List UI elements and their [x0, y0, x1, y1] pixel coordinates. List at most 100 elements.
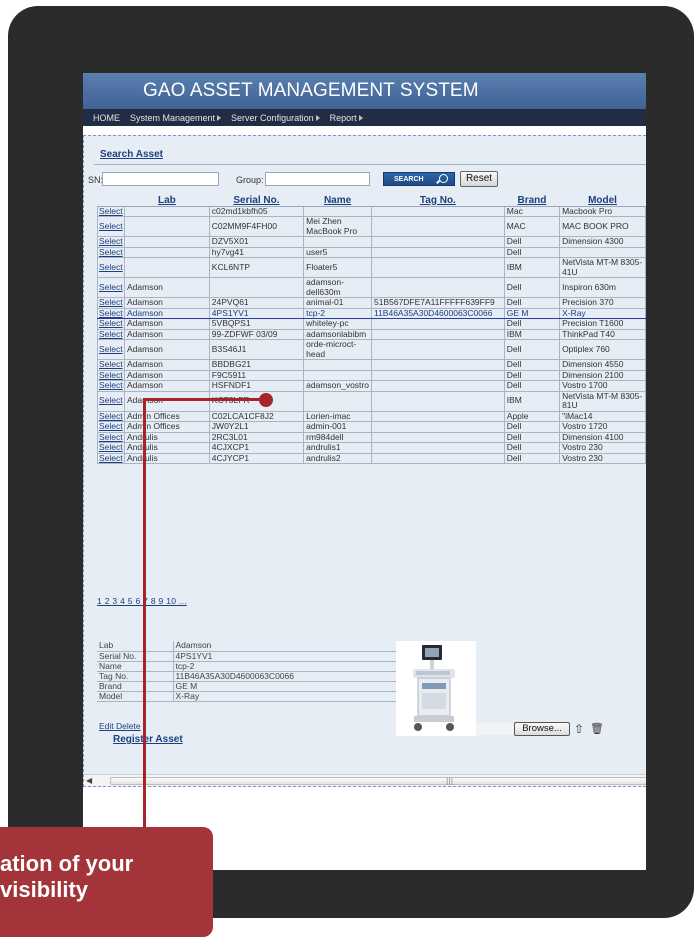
- select-link[interactable]: Select: [97, 307, 125, 319]
- cell-brand: Dell: [503, 431, 561, 443]
- horizontal-scrollbar[interactable]: ◀ |||: [84, 774, 646, 786]
- search-button[interactable]: SEARCH: [383, 172, 455, 186]
- menu-system-management[interactable]: System Management: [130, 113, 222, 123]
- table-row: Select hy7vg41 user5 Dell: [97, 246, 646, 258]
- cell-brand: Dell: [503, 318, 561, 330]
- cell-serial: C02MM9F4FH00: [208, 216, 305, 237]
- select-link[interactable]: Select: [97, 359, 125, 371]
- table-row: Select Adamson 4PS1YV1 tcp-2 11B46A35A30D460…: [97, 307, 646, 319]
- cell-model: Vostro 1700: [559, 380, 646, 392]
- menu-server-configuration[interactable]: Server Configuration: [231, 113, 320, 123]
- cell-brand: Dell: [503, 246, 561, 258]
- cell-lab: Adamson: [123, 339, 210, 360]
- column-header-brand[interactable]: Brand: [504, 190, 560, 207]
- cell-name: orde-microct-head: [303, 339, 372, 360]
- select-link[interactable]: Select: [97, 421, 125, 433]
- select-link[interactable]: Select: [97, 257, 125, 278]
- main-menu: HOME System Management Server Configurat…: [83, 109, 646, 126]
- search-asset-link[interactable]: Search Asset: [100, 149, 163, 160]
- cell-tag: [370, 277, 505, 298]
- edit-link[interactable]: Edit: [99, 721, 114, 731]
- search-button-label: SEARCH: [394, 176, 424, 183]
- cell-model: Optiplex 760: [559, 339, 646, 360]
- cell-tag: [370, 246, 505, 258]
- group-label: Group:: [236, 175, 264, 185]
- register-asset-link[interactable]: Register Asset: [113, 734, 183, 745]
- cell-model: Vostro 230: [559, 442, 646, 454]
- cell-brand: GE M: [503, 307, 561, 319]
- cell-serial: F9C5911: [208, 369, 305, 381]
- cell-brand: Dell: [503, 359, 561, 371]
- column-header-lab[interactable]: Lab: [124, 190, 210, 207]
- table-row: Select Adamson BBDBG21 Dell Dimension 4550: [97, 359, 646, 371]
- scrollbar-thumb[interactable]: |||: [110, 777, 646, 785]
- scroll-left-icon[interactable]: ◀: [86, 776, 92, 785]
- search-icon: [439, 174, 448, 183]
- cell-serial: 2RC3L01: [208, 431, 305, 443]
- cell-lab: Adamson: [123, 390, 210, 412]
- select-link[interactable]: Select: [97, 442, 125, 454]
- select-link[interactable]: Select: [97, 246, 125, 258]
- column-header-name[interactable]: Name: [303, 190, 372, 207]
- select-link[interactable]: Select: [97, 277, 125, 298]
- table-row: Select Adamson HSFNDF1 adamson_vostro Dell Vo…: [97, 380, 646, 392]
- column-header-tag[interactable]: Tag No.: [371, 190, 505, 207]
- group-input[interactable]: [265, 172, 370, 186]
- sn-input[interactable]: [102, 172, 219, 186]
- cell-serial: 99-ZDFWF 03/09: [208, 328, 305, 340]
- upload-icon[interactable]: ⇧: [574, 722, 584, 736]
- cell-brand: Dell: [503, 452, 561, 464]
- cell-tag: [370, 216, 505, 237]
- cell-tag: [370, 369, 505, 381]
- select-link[interactable]: Select: [97, 205, 125, 217]
- callout-text: visibility: [0, 877, 89, 902]
- cell-name: adamsonlabibm: [303, 328, 372, 340]
- cell-tag: [370, 339, 505, 360]
- cell-serial: 24PVQ61: [208, 297, 305, 309]
- cell-model: MAC BOOK PRO: [559, 216, 646, 237]
- cell-lab: Adamson: [123, 318, 210, 330]
- callout-connector: [143, 399, 146, 829]
- select-link[interactable]: Select: [97, 390, 125, 412]
- sn-label: SN:: [88, 175, 104, 185]
- cell-tag: 51B567DFE7A11FFFFF639FF9: [370, 297, 505, 309]
- cell-name: andrulis2: [303, 452, 372, 464]
- app-title: GAO ASSET MANAGEMENT SYSTEM: [83, 73, 646, 109]
- select-link[interactable]: Select: [97, 339, 125, 360]
- cell-name: tcp-2: [303, 307, 372, 319]
- select-link[interactable]: Select: [97, 369, 125, 381]
- cell-tag: [370, 390, 505, 412]
- column-header-model[interactable]: Model: [559, 190, 646, 207]
- menu-report[interactable]: Report: [330, 113, 363, 123]
- file-path-input[interactable]: [476, 723, 514, 735]
- detail-key: Name: [97, 661, 174, 672]
- select-link[interactable]: Select: [97, 318, 125, 330]
- select-link[interactable]: Select: [97, 452, 125, 464]
- cell-tag: [370, 431, 505, 443]
- cell-lab: Andrulis: [123, 431, 210, 443]
- select-link[interactable]: Select: [97, 297, 125, 309]
- trash-icon[interactable]: 🗑: [590, 722, 604, 735]
- select-link[interactable]: Select: [97, 216, 125, 237]
- browser-screen: GAO ASSET MANAGEMENT SYSTEM HOME System …: [83, 73, 646, 870]
- select-link[interactable]: Select: [97, 380, 125, 392]
- menu-home-label: HOME: [93, 112, 120, 123]
- select-link[interactable]: Select: [97, 328, 125, 340]
- pagination[interactable]: 1 2 3 4 5 6 7 8 9 10 ...: [97, 596, 187, 606]
- table-row: Select C02MM9F4FH00 Mei Zhen MacBook Pro MA…: [97, 216, 646, 237]
- menu-home[interactable]: HOME: [93, 113, 120, 123]
- cell-lab: Adamson: [123, 380, 210, 392]
- browse-button[interactable]: Browse...: [514, 722, 570, 736]
- cell-brand: Dell: [503, 380, 561, 392]
- delete-link[interactable]: Delete: [116, 721, 141, 731]
- select-link[interactable]: Select: [97, 236, 125, 248]
- select-link[interactable]: Select: [97, 431, 125, 443]
- select-link[interactable]: Select: [97, 410, 125, 422]
- cell-serial: C02LCA1CF8J2: [208, 410, 305, 422]
- cell-model: X-Ray: [559, 307, 646, 319]
- ultrasound-machine-image: [413, 645, 455, 731]
- reset-button[interactable]: Reset: [460, 171, 498, 187]
- table-row: Select Adamson F9C5911 Dell Dimension 2100: [97, 369, 646, 381]
- column-header-serial[interactable]: Serial No.: [209, 190, 304, 207]
- cell-brand: Dell: [503, 297, 561, 309]
